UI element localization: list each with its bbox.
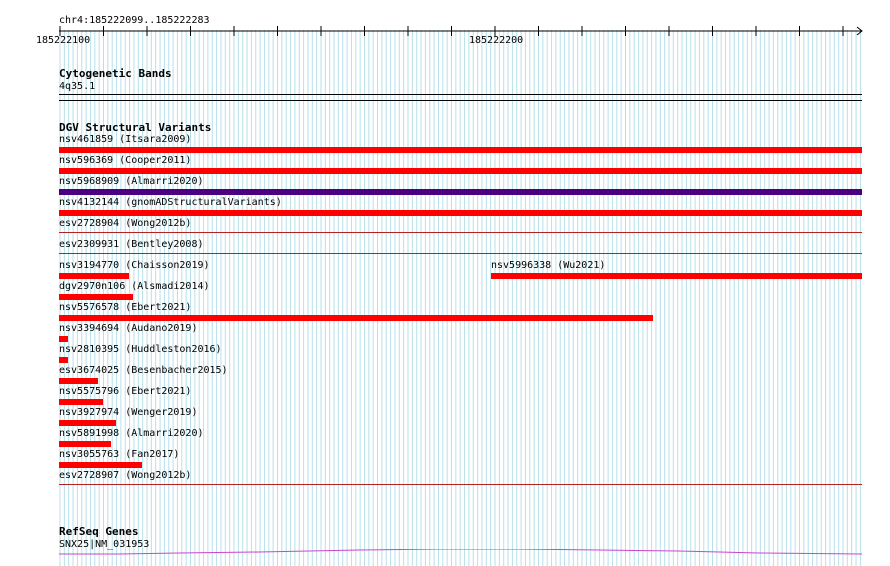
tick-label-mid: 185222200: [469, 35, 524, 46]
dgv-track-title[interactable]: DGV Structural Variants: [59, 121, 211, 134]
dgv-feature-bar[interactable]: [59, 357, 68, 363]
dgv-feature-bar[interactable]: [59, 210, 862, 216]
dgv-row-separator[interactable]: [59, 253, 862, 254]
dgv-feature-label: nsv3055763 (Fan2017): [59, 449, 180, 460]
dgv-feature-bar[interactable]: [59, 147, 862, 153]
genome-browser-view: chr4:185222099..185222283 185222100 1852…: [0, 0, 890, 566]
cytoband-track-title[interactable]: Cytogenetic Bands: [59, 67, 172, 80]
dgv-feature-label: esv2728904 (Wong2012b): [59, 218, 192, 229]
dgv-feature-bar[interactable]: [59, 294, 133, 300]
dgv-feature-label: nsv596369 (Cooper2011): [59, 155, 192, 166]
dgv-feature-label: nsv461859 (Itsara2009): [59, 134, 192, 145]
dgv-feature-label: nsv5996338 (Wu2021): [491, 260, 606, 271]
dgv-feature-label: nsv5576578 (Ebert2021): [59, 302, 192, 313]
dgv-row-separator[interactable]: [59, 484, 862, 485]
dgv-feature-label: nsv5891998 (Almarri2020): [59, 428, 204, 439]
dgv-feature-bar[interactable]: [59, 462, 142, 468]
dgv-feature-bar[interactable]: [59, 336, 68, 342]
cytoband-bar[interactable]: [59, 94, 862, 95]
refseq-track-title[interactable]: RefSeq Genes: [59, 525, 138, 538]
dgv-feature-bar[interactable]: [59, 399, 103, 405]
dgv-feature-label: dgv2970n106 (Alsmadi2014): [59, 281, 210, 292]
dgv-feature-bar[interactable]: [59, 315, 653, 321]
cytoband-bar-edge: [59, 100, 862, 101]
dgv-feature-bar[interactable]: [59, 273, 129, 279]
cytoband-label: 4q35.1: [59, 81, 96, 92]
dgv-feature-label: nsv5575796 (Ebert2021): [59, 386, 192, 397]
dgv-feature-label: nsv5968909 (Almarri2020): [59, 176, 204, 187]
dgv-feature-label: nsv2810395 (Huddleston2016): [59, 344, 222, 355]
dgv-row-separator[interactable]: [59, 232, 862, 233]
refseq-gene-model[interactable]: [59, 549, 862, 557]
dgv-feature-bar[interactable]: [59, 378, 98, 384]
gene-intron-line: [59, 549, 862, 555]
dgv-feature-label: nsv3194770 (Chaisson2019): [59, 260, 210, 271]
dgv-feature-bar[interactable]: [491, 273, 862, 279]
dgv-feature-label: nsv3927974 (Wenger2019): [59, 407, 198, 418]
dgv-feature-bar[interactable]: [59, 441, 111, 447]
dgv-feature-bar[interactable]: [59, 189, 862, 195]
dgv-feature-label: esv2728907 (Wong2012b): [59, 470, 192, 481]
dgv-feature-label: nsv4132144 (gnomADStructuralVariants): [59, 197, 282, 208]
region-label: chr4:185222099..185222283: [59, 15, 210, 26]
dgv-feature-label: nsv3394694 (Audano2019): [59, 323, 198, 334]
dgv-feature-bar[interactable]: [59, 420, 116, 426]
tick-label-start: 185222100: [36, 35, 91, 46]
dgv-feature-label: esv2309931 (Bentley2008): [59, 239, 204, 250]
dgv-feature-bar[interactable]: [59, 168, 862, 174]
dgv-feature-label: esv3674025 (Besenbacher2015): [59, 365, 228, 376]
